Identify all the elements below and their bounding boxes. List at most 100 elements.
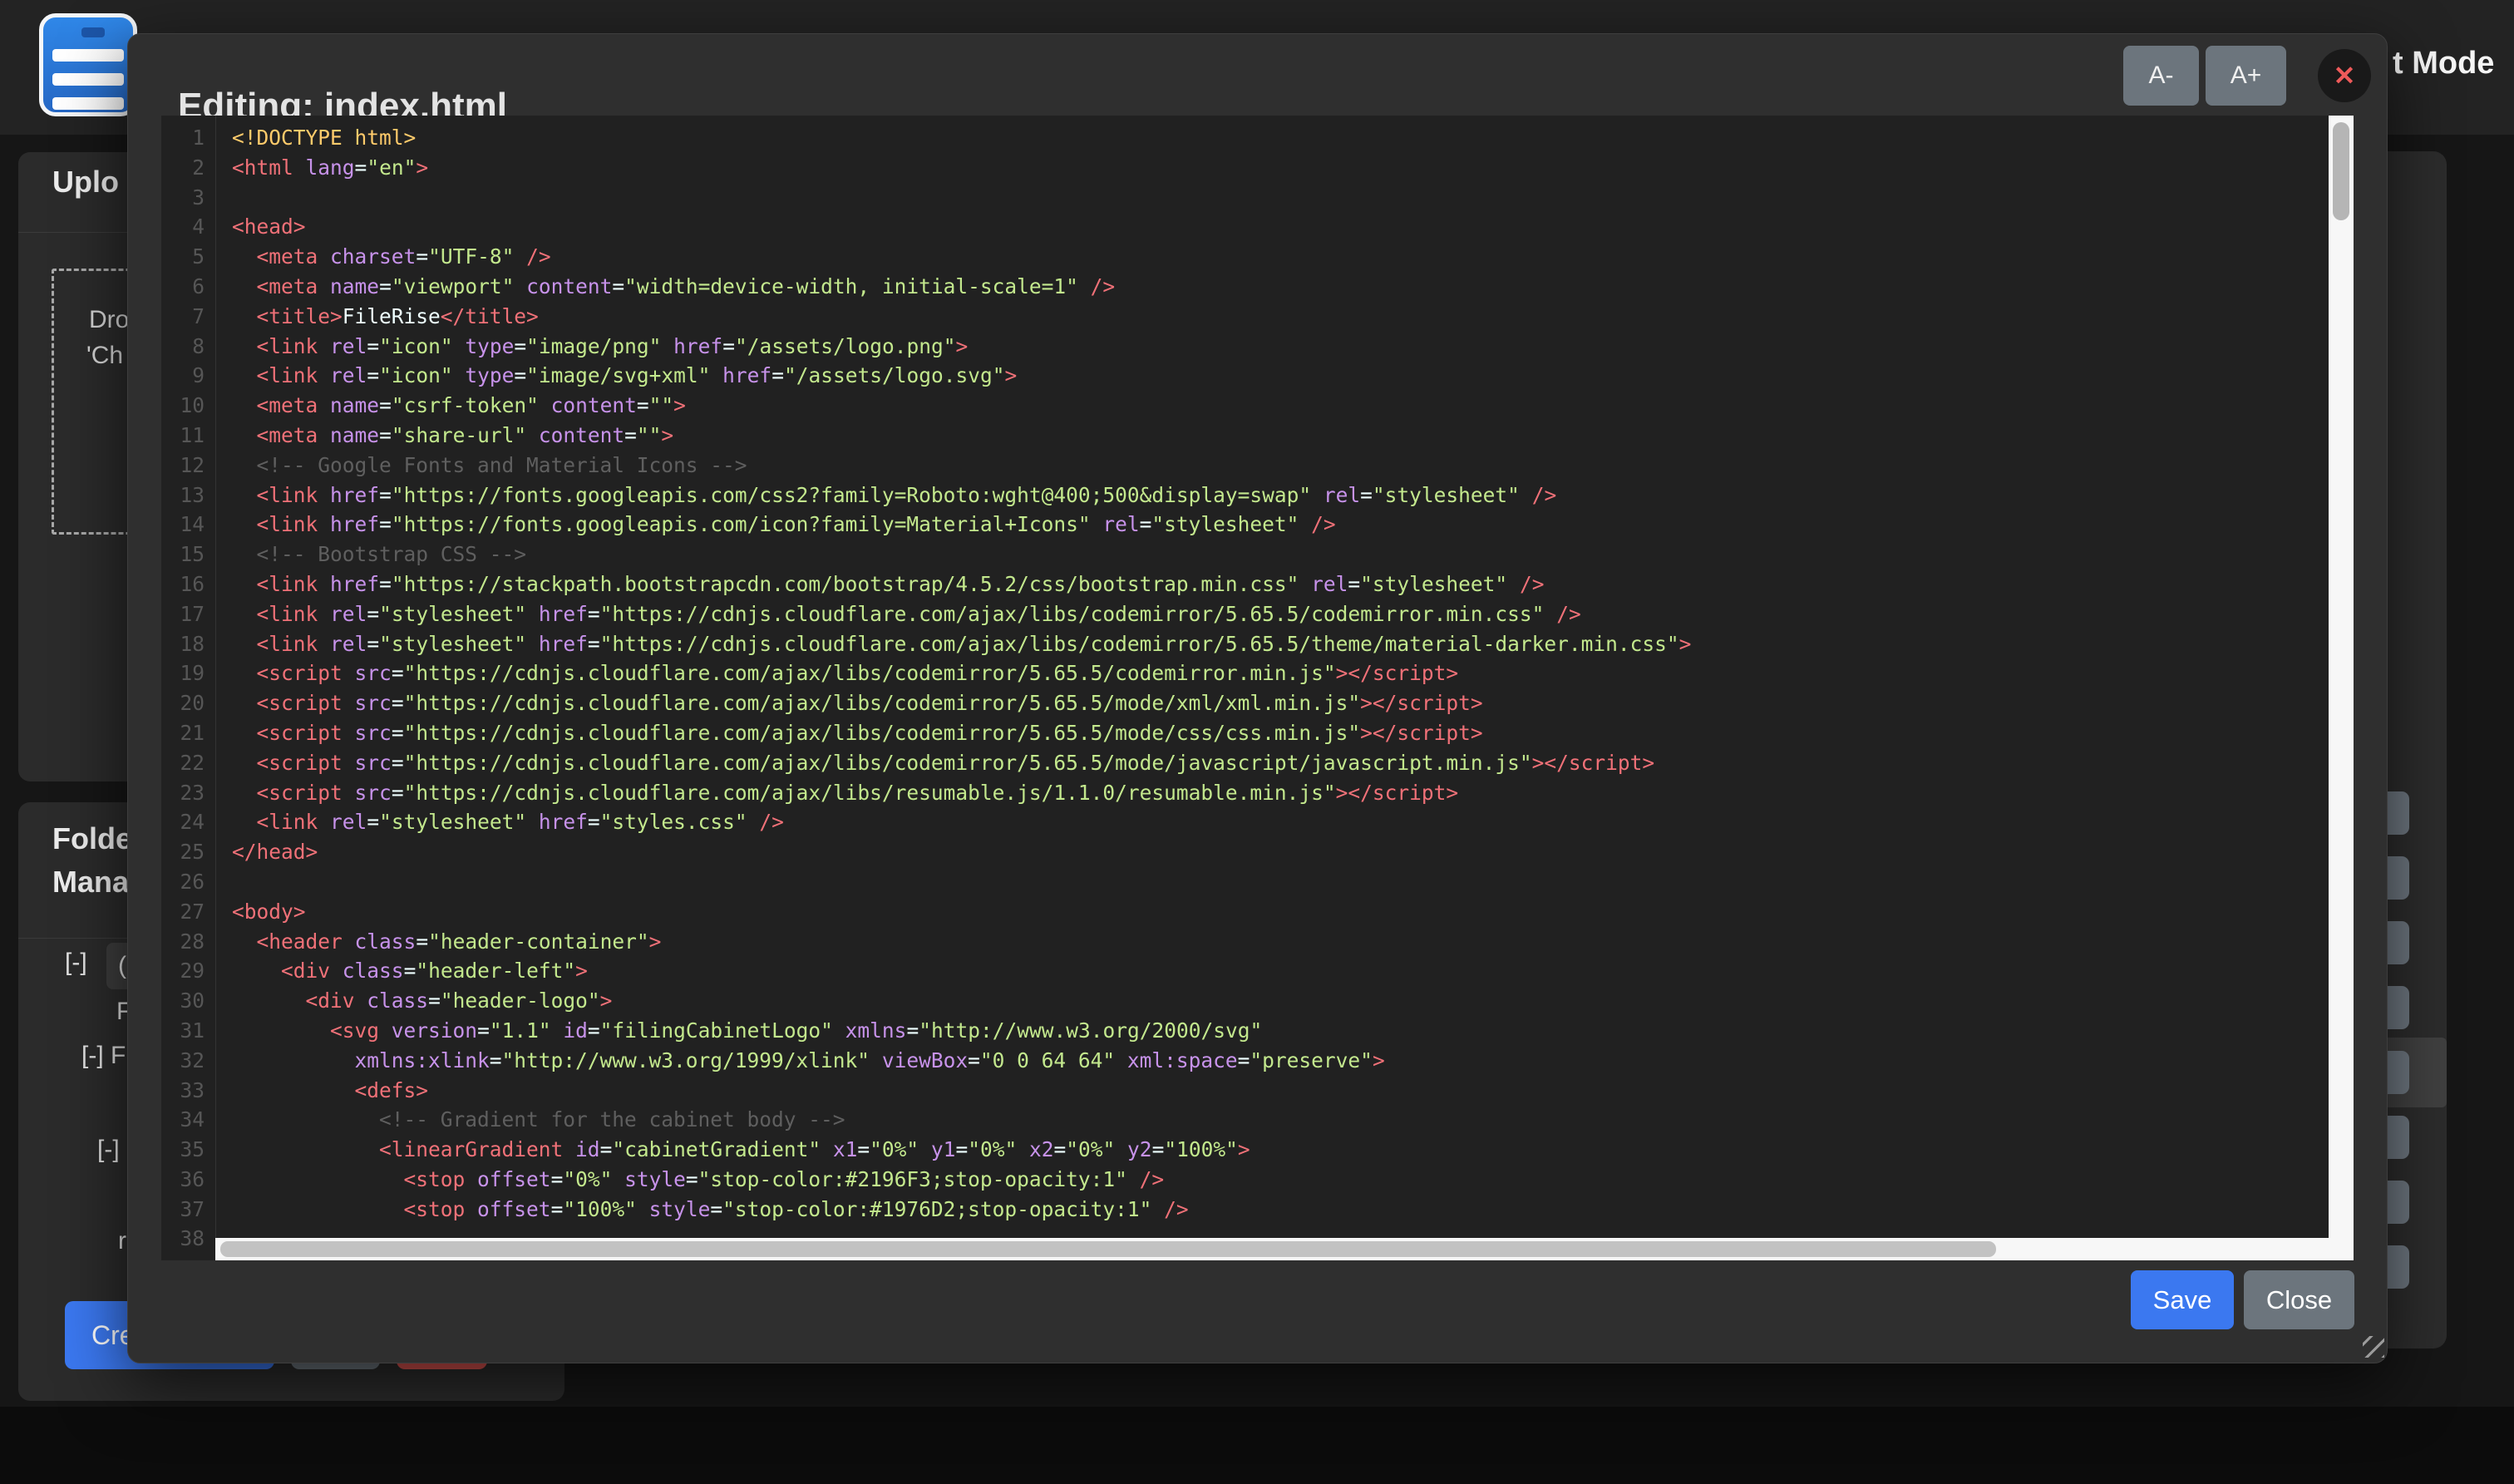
line-number: 14 — [161, 510, 215, 540]
folder-card-title: Mana — [52, 865, 129, 900]
theme-mode-label[interactable]: t Mode — [2393, 46, 2494, 81]
line-number: 34 — [161, 1105, 215, 1135]
horizontal-scrollbar[interactable] — [215, 1238, 2354, 1260]
line-number: 23 — [161, 778, 215, 808]
folder-tree-item[interactable]: r — [118, 1227, 126, 1255]
code-lines: 1<!DOCTYPE html>2<html lang="en">34<head… — [161, 123, 2329, 1254]
dropzone-text: Dro — [89, 306, 129, 334]
line-number: 28 — [161, 927, 215, 957]
line-number: 2 — [161, 153, 215, 183]
code-line: 15 <!-- Bootstrap CSS --> — [161, 540, 2329, 569]
code-line: 9 <link rel="icon" type="image/svg+xml" … — [161, 361, 2329, 391]
code-line: 22 <script src="https://cdnjs.cloudflare… — [161, 748, 2329, 778]
logo-drawer-bar — [52, 49, 124, 62]
close-icon[interactable]: ✕ — [2318, 49, 2371, 102]
code-line: 2<html lang="en"> — [161, 153, 2329, 183]
code-line: 19 <script src="https://cdnjs.cloudflare… — [161, 658, 2329, 688]
line-number: 6 — [161, 272, 215, 302]
upload-card-title: Uplo — [52, 165, 119, 200]
vertical-scrollbar[interactable] — [2329, 116, 2354, 1260]
folder-card-title: Folde — [52, 821, 132, 856]
line-number: 36 — [161, 1165, 215, 1195]
code-line: 34 <!-- Gradient for the cabinet body --… — [161, 1105, 2329, 1135]
line-number: 30 — [161, 986, 215, 1016]
code-line: 30 <div class="header-logo"> — [161, 986, 2329, 1016]
line-number: 1 — [161, 123, 215, 153]
close-button[interactable]: Close — [2244, 1270, 2354, 1329]
logo-drawer-handle — [81, 27, 105, 37]
line-number: 8 — [161, 332, 215, 362]
code-line: 10 <meta name="csrf-token" content=""> — [161, 391, 2329, 421]
line-number: 7 — [161, 302, 215, 332]
line-number: 35 — [161, 1135, 215, 1165]
code-line: 21 <script src="https://cdnjs.cloudflare… — [161, 718, 2329, 748]
line-number: 19 — [161, 658, 215, 688]
line-number: 13 — [161, 481, 215, 510]
line-number: 10 — [161, 391, 215, 421]
code-line: 26 — [161, 867, 2329, 897]
resize-handle-icon[interactable] — [2363, 1336, 2384, 1358]
folder-tree-toggle[interactable]: [-] — [65, 949, 87, 977]
code-line: 3 — [161, 183, 2329, 213]
code-line: 6 <meta name="viewport" content="width=d… — [161, 272, 2329, 302]
line-number: 22 — [161, 748, 215, 778]
code-line: 20 <script src="https://cdnjs.cloudflare… — [161, 688, 2329, 718]
app-background: t Mode Uplo Dro 'Ch Folde Mana [-] ( F [… — [0, 0, 2514, 1484]
code-line: 12 <!-- Google Fonts and Material Icons … — [161, 451, 2329, 481]
code-line: 28 <header class="header-container"> — [161, 927, 2329, 957]
line-number: 26 — [161, 867, 215, 897]
line-number: 4 — [161, 212, 215, 242]
filerise-logo-icon — [39, 13, 137, 116]
folder-tree-item[interactable]: [-] F — [81, 1042, 126, 1070]
logo-drawer-bar — [52, 97, 124, 110]
edit-file-modal: Editing: index.html A- A+ ✕ 1<!DOCTYPE h… — [127, 33, 2388, 1363]
line-number: 37 — [161, 1195, 215, 1225]
page-footer-area — [0, 1407, 2514, 1484]
line-number: 16 — [161, 569, 215, 599]
line-number: 31 — [161, 1016, 215, 1046]
code-line: 16 <link href="https://stackpath.bootstr… — [161, 569, 2329, 599]
code-line: 25</head> — [161, 837, 2329, 867]
folder-tree-item[interactable]: ( — [118, 952, 126, 980]
line-number: 17 — [161, 599, 215, 629]
folder-tree-toggle[interactable]: [-] — [97, 1136, 120, 1164]
save-button[interactable]: Save — [2131, 1270, 2234, 1329]
code-line: 31 <svg version="1.1" id="filingCabinetL… — [161, 1016, 2329, 1046]
code-line: 35 <linearGradient id="cabinetGradient" … — [161, 1135, 2329, 1165]
horizontal-scrollbar-thumb[interactable] — [220, 1241, 1996, 1257]
code-line: 17 <link rel="stylesheet" href="https://… — [161, 599, 2329, 629]
code-line: 33 <defs> — [161, 1076, 2329, 1106]
code-line: 4<head> — [161, 212, 2329, 242]
code-line: 24 <link rel="stylesheet" href="styles.c… — [161, 807, 2329, 837]
line-number: 24 — [161, 807, 215, 837]
line-number: 20 — [161, 688, 215, 718]
code-line: 8 <link rel="icon" type="image/png" href… — [161, 332, 2329, 362]
line-number: 18 — [161, 629, 215, 659]
code-line: 27<body> — [161, 897, 2329, 927]
code-line: 13 <link href="https://fonts.googleapis.… — [161, 481, 2329, 510]
code-editor[interactable]: 1<!DOCTYPE html>2<html lang="en">34<head… — [161, 116, 2329, 1260]
code-line: 18 <link rel="stylesheet" href="https://… — [161, 629, 2329, 659]
dropzone-text: 'Ch — [86, 342, 123, 370]
line-number: 3 — [161, 183, 215, 213]
logo-drawer-bar — [52, 73, 124, 86]
line-number: 29 — [161, 956, 215, 986]
code-line: 36 <stop offset="0%" style="stop-color:#… — [161, 1165, 2329, 1195]
font-decrease-button[interactable]: A- — [2123, 46, 2199, 106]
code-line: 29 <div class="header-left"> — [161, 956, 2329, 986]
line-number: 5 — [161, 242, 215, 272]
line-number: 12 — [161, 451, 215, 481]
line-number: 38 — [161, 1224, 215, 1254]
code-line: 32 xmlns:xlink="http://www.w3.org/1999/x… — [161, 1046, 2329, 1076]
line-number: 11 — [161, 421, 215, 451]
code-line: 14 <link href="https://fonts.googleapis.… — [161, 510, 2329, 540]
code-line: 11 <meta name="share-url" content=""> — [161, 421, 2329, 451]
vertical-scrollbar-thumb[interactable] — [2333, 122, 2349, 220]
line-number: 21 — [161, 718, 215, 748]
line-number: 33 — [161, 1076, 215, 1106]
line-number: 32 — [161, 1046, 215, 1076]
line-number: 9 — [161, 361, 215, 391]
code-line: 7 <title>FileRise</title> — [161, 302, 2329, 332]
code-line: 5 <meta charset="UTF-8" /> — [161, 242, 2329, 272]
font-increase-button[interactable]: A+ — [2206, 46, 2286, 106]
